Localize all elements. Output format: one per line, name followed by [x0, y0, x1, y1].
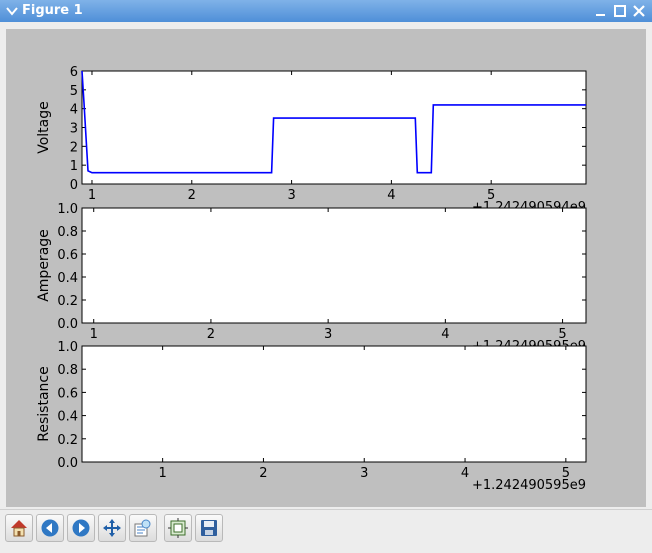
- home-button[interactable]: [5, 514, 33, 542]
- x-tick-label: 4: [387, 188, 395, 203]
- y-axis-label: Amperage: [36, 229, 52, 302]
- subplot-amperage: 0.00.20.40.60.81.012345+1.242490595e9Amp…: [36, 202, 587, 354]
- forward-button[interactable]: [67, 514, 95, 542]
- figure-canvas[interactable]: 012345612345+1.242490594e9Voltage0.00.20…: [6, 29, 646, 507]
- y-tick-label: 1.0: [57, 340, 78, 355]
- zoom-button[interactable]: [129, 514, 157, 542]
- x-tick-label: 3: [287, 188, 295, 203]
- y-tick-label: 0.2: [57, 433, 78, 448]
- home-icon: [11, 520, 27, 537]
- y-axis-label: Resistance: [36, 366, 52, 441]
- x-tick-label: 3: [324, 327, 332, 342]
- subplots-button[interactable]: [164, 514, 192, 542]
- x-tick-label: 2: [259, 466, 267, 481]
- axes-frame: [81, 70, 587, 185]
- zoom-icon: [134, 519, 151, 537]
- y-tick-label: 1.0: [57, 202, 78, 217]
- navigation-toolbar: [0, 509, 652, 553]
- x-tick-label: 4: [441, 327, 449, 342]
- y-tick-label: 1: [70, 159, 78, 174]
- subplot-voltage: 012345612345+1.242490594e9Voltage: [36, 65, 587, 215]
- back-button[interactable]: [36, 514, 64, 542]
- x-offset-text: +1.242490595e9: [472, 478, 586, 493]
- close-icon[interactable]: [631, 3, 647, 19]
- minimize-icon[interactable]: [593, 3, 609, 19]
- back-arrow-icon: [41, 519, 59, 537]
- y-tick-label: 0.8: [57, 363, 78, 378]
- y-tick-label: 0.0: [57, 456, 78, 471]
- window-titlebar: Figure 1: [0, 0, 652, 22]
- pan-button[interactable]: [98, 514, 126, 542]
- y-tick-label: 2: [70, 140, 78, 155]
- subplots-icon: [168, 518, 188, 538]
- x-tick-label: 2: [207, 327, 215, 342]
- subplot-resistance: 0.00.20.40.60.81.01 2 3 4 5+1.242490595e9Res…: [36, 340, 587, 493]
- x-tick-label: 4: [461, 466, 469, 481]
- x-tick-label: 1: [158, 466, 166, 481]
- y-tick-label: 0.8: [57, 225, 78, 240]
- window-title: Figure 1: [22, 3, 83, 18]
- axes-frame: [81, 207, 587, 324]
- y-tick-label: 3: [70, 122, 78, 137]
- y-tick-label: 4: [70, 103, 78, 118]
- y-tick-label: 0: [70, 178, 78, 193]
- x-tick-label: 3: [360, 466, 368, 481]
- y-tick-label: 0.4: [57, 271, 78, 286]
- y-tick-label: 5: [70, 84, 78, 99]
- maximize-icon[interactable]: [612, 3, 628, 19]
- x-tick-label: 2: [188, 188, 196, 203]
- y-tick-label: 0.4: [57, 410, 78, 425]
- y-tick-label: 0.6: [57, 386, 78, 401]
- y-tick-label: 6: [70, 65, 78, 80]
- save-button[interactable]: [195, 514, 223, 542]
- pan-icon: [103, 519, 121, 537]
- save-icon: [201, 520, 217, 536]
- figure-plots[interactable]: 012345612345+1.242490594e9Voltage0.00.20…: [6, 29, 646, 507]
- y-tick-label: 0.0: [57, 317, 78, 332]
- x-tick-label: 1: [88, 188, 96, 203]
- x-tick-label: 1: [90, 327, 98, 342]
- y-axis-label: Voltage: [36, 101, 52, 154]
- chevron-down-icon[interactable]: [5, 4, 19, 18]
- axes-frame: [81, 345, 587, 463]
- forward-arrow-icon: [72, 519, 90, 537]
- y-tick-label: 0.2: [57, 294, 78, 309]
- y-tick-label: 0.6: [57, 248, 78, 263]
